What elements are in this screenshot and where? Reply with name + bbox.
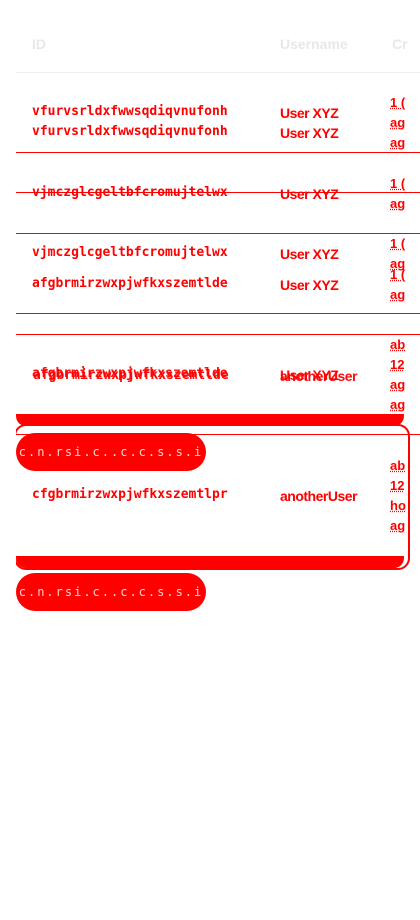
column-header-created[interactable]: Cr bbox=[392, 36, 408, 52]
id-cell: vjmczglcgeltbfcromujtelwx bbox=[32, 245, 228, 260]
created-cell: ag bbox=[390, 196, 406, 211]
column-header-id[interactable]: ID bbox=[32, 36, 46, 52]
username-cell: User XYZ bbox=[280, 277, 339, 293]
created-cell: ag bbox=[390, 135, 406, 150]
action-pill-button[interactable]: c.n.rsi.c..c.c.s.s.i bbox=[16, 573, 206, 611]
created-cell: 1 ( bbox=[390, 236, 406, 251]
created-cell: ab bbox=[390, 458, 406, 473]
created-cell: ag bbox=[390, 397, 406, 412]
username-cell: User XYZ bbox=[280, 186, 339, 202]
id-cell: afgbrmirzwxpjwfkxszemtlde bbox=[32, 276, 228, 291]
column-header-username[interactable]: Username bbox=[280, 36, 348, 52]
action-pill-button[interactable]: c.n.rsi.c..c.c.s.s.i bbox=[16, 433, 206, 471]
id-cell: cfgbrmirzwxpjwfkxszemtlpr bbox=[32, 487, 228, 502]
row-divider bbox=[16, 152, 420, 153]
username-cell: User XYZ bbox=[280, 246, 339, 262]
row-divider bbox=[16, 233, 420, 234]
row-highlight-bar bbox=[16, 556, 404, 568]
row-divider bbox=[16, 334, 420, 335]
created-cell: 1 ( bbox=[390, 176, 406, 191]
table-header-row: ID Username Cr bbox=[16, 16, 420, 73]
row-divider bbox=[16, 313, 420, 314]
id-cell: afgbrmirzwxpjwfkxszemtlde bbox=[33, 368, 229, 383]
created-cell: ab bbox=[390, 337, 406, 352]
username-cell: User XYZ bbox=[280, 125, 339, 141]
created-cell: ho bbox=[390, 498, 406, 513]
username-cell: anotherUser bbox=[280, 368, 357, 384]
id-cell: vfurvsrldxfwwsqdiqvnufonh bbox=[32, 104, 228, 119]
created-cell: 1 ( bbox=[390, 95, 406, 110]
created-cell: ag bbox=[390, 377, 406, 392]
created-cell: ag bbox=[390, 115, 406, 130]
created-cell: 1 ( bbox=[390, 267, 406, 282]
username-cell: User XYZ bbox=[280, 105, 339, 121]
username-cell: anotherUser bbox=[280, 488, 357, 504]
created-cell: 12 bbox=[390, 478, 405, 493]
row-divider bbox=[16, 192, 420, 193]
created-cell: 12 bbox=[390, 357, 405, 372]
created-cell: ag bbox=[390, 518, 406, 533]
id-cell: vfurvsrldxfwwsqdiqvnufonh bbox=[32, 124, 228, 139]
created-cell: ag bbox=[390, 287, 406, 302]
data-table: ID Username Cr vfurvsrldxfwwsqdiqvnufonh… bbox=[16, 16, 420, 916]
